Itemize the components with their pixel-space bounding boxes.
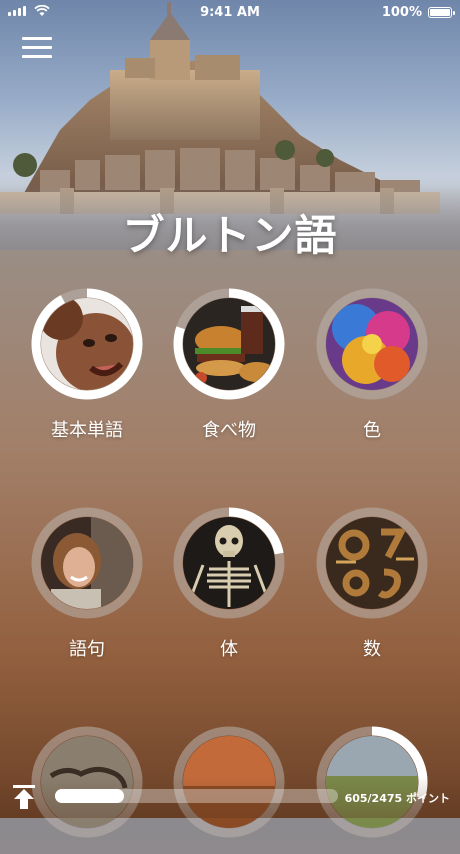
category-baby-face[interactable]: 基本単語 [17,288,157,442]
category-photo [183,517,275,609]
category-label: 体 [220,639,238,660]
battery-icon [428,7,455,18]
category-photo [326,298,418,390]
category-progress-ring [316,288,428,400]
category-smiling-woman[interactable]: 語句 [17,507,157,661]
status-bar: 9:41 AM 100% [0,0,460,24]
category-color-powder[interactable]: 色 [302,288,442,442]
battery-percent: 100% [381,5,422,20]
category-photo [41,517,133,609]
category-burger-meal[interactable]: 食べ物 [159,288,299,442]
overall-progress-bar [55,789,338,803]
category-label: 色 [363,420,381,441]
category-photo [326,517,418,609]
overall-progress-fill [55,789,125,803]
hamburger-menu-icon[interactable] [22,37,52,59]
category-label: 数 [363,639,381,660]
category-photo [183,298,275,390]
category-progress-ring [173,507,285,619]
category-photo [41,298,133,390]
category-progress-ring [31,507,143,619]
category-wooden-numbers[interactable]: 数 [302,507,442,661]
points-counter: 605/2475 ポイント [344,792,450,805]
category-progress-ring [316,507,428,619]
bottom-bar: 605/2475 ポイント [0,776,460,818]
category-label: 語句 [69,639,105,660]
category-progress-ring [31,288,143,400]
page-title: ブルトン語 [122,211,338,260]
upload-arrow-icon[interactable] [12,784,36,810]
category-progress-ring [173,288,285,400]
category-label: 食べ物 [202,420,256,441]
category-skeleton[interactable]: 体 [159,507,299,661]
category-label: 基本単語 [51,420,123,441]
